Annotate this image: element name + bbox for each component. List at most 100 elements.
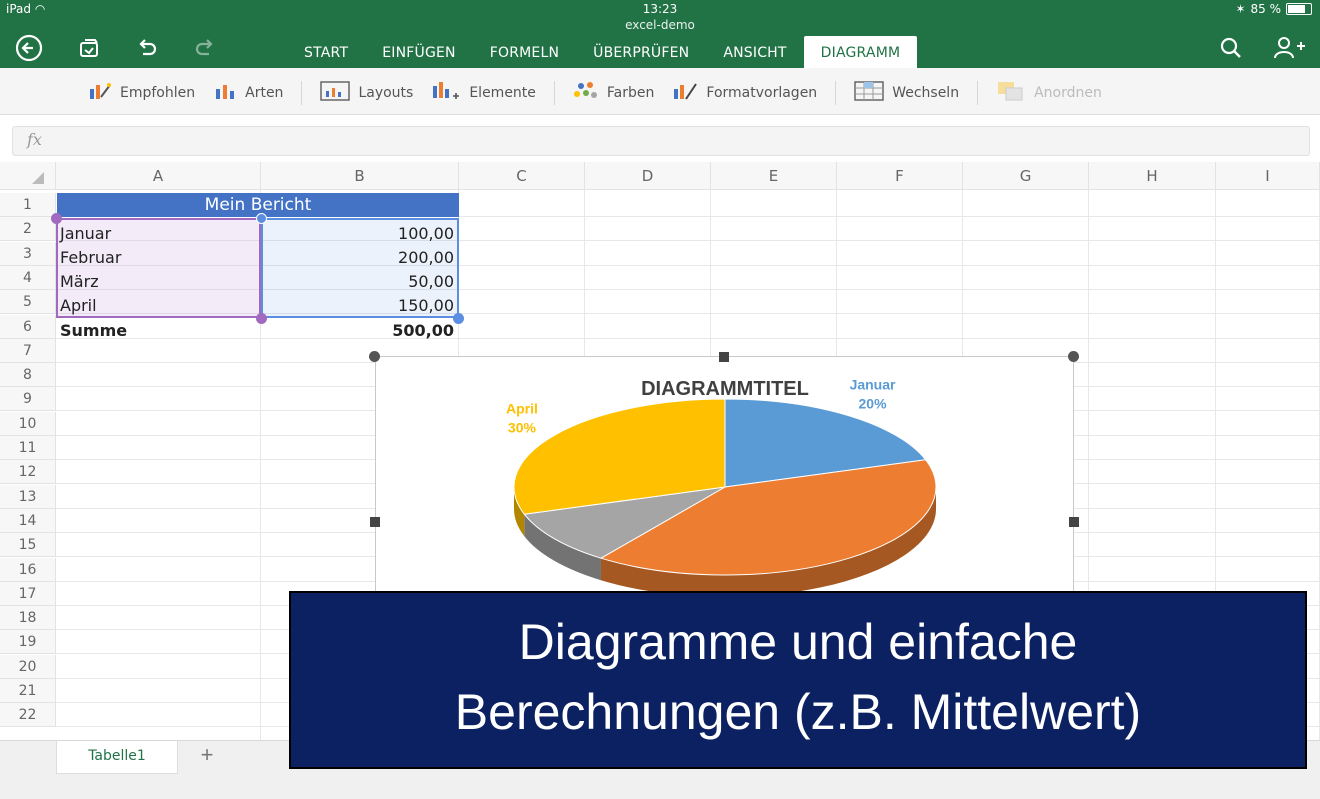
chart-resize-handle[interactable]	[1069, 517, 1079, 527]
chart-types-icon	[213, 81, 237, 105]
column-header-c[interactable]: C	[459, 162, 585, 190]
tab-einfuegen[interactable]: EINFÜGEN	[365, 36, 473, 68]
row-header-10[interactable]: 10	[0, 411, 56, 436]
formula-bar[interactable]: fx	[12, 126, 1310, 156]
row-header-3[interactable]: 3	[0, 241, 56, 266]
column-header-e[interactable]: E	[711, 162, 837, 190]
ribbon-arten[interactable]: Arten	[213, 81, 283, 105]
row-header-5[interactable]: 5	[0, 290, 56, 315]
column-header-g[interactable]: G	[963, 162, 1089, 190]
chart-resize-handle[interactable]	[719, 352, 729, 362]
row-header-16[interactable]: 16	[0, 557, 56, 582]
ribbon-formatvorlagen[interactable]: Formatvorlagen	[672, 81, 817, 105]
row-header-6[interactable]: 6	[0, 314, 56, 339]
chart-resize-handle[interactable]	[370, 517, 380, 527]
row-header-11[interactable]: 11	[0, 436, 56, 460]
cell-b2[interactable]: 100,00	[262, 222, 454, 246]
ribbon-elemente[interactable]: Elemente	[431, 80, 536, 106]
column-header-a[interactable]: A	[56, 162, 261, 190]
row-header-18[interactable]: 18	[0, 606, 56, 631]
tab-formeln[interactable]: FORMELN	[473, 36, 576, 68]
add-person-icon	[1274, 37, 1305, 59]
row-header-22[interactable]: 22	[0, 703, 56, 728]
row-header-2[interactable]: 2	[0, 217, 56, 242]
arrange-icon	[996, 80, 1026, 106]
tab-diagramm[interactable]: DIAGRAMM	[803, 36, 918, 68]
sheet-tab-tabelle1[interactable]: Tabelle1	[56, 741, 178, 774]
redo-button[interactable]	[190, 33, 220, 63]
tab-ueberpruefen[interactable]: ÜBERPRÜFEN	[576, 36, 706, 68]
row-header-8[interactable]: 8	[0, 363, 56, 388]
row-header-9[interactable]: 9	[0, 387, 56, 412]
cell-b4[interactable]: 50,00	[262, 270, 454, 294]
undo-button[interactable]	[132, 33, 162, 63]
row-header-1[interactable]: 1	[0, 193, 56, 217]
cell-a6[interactable]: Summe	[60, 319, 127, 343]
battery-level	[1288, 5, 1305, 13]
row-header-20[interactable]: 20	[0, 654, 56, 679]
ribbon-layouts[interactable]: Layouts	[320, 81, 413, 105]
bluetooth-icon: ✶	[1235, 2, 1246, 16]
ribbon-anordnen[interactable]: Anordnen	[996, 80, 1102, 106]
column-header-b[interactable]: B	[261, 162, 459, 190]
sync-save-icon	[80, 39, 98, 57]
search-button[interactable]	[1216, 33, 1246, 63]
row-header-21[interactable]: 21	[0, 679, 56, 703]
data-label-april: April	[506, 401, 538, 417]
battery-percent: 85 %	[1250, 2, 1282, 16]
ribbon-farben[interactable]: Farben	[573, 81, 654, 105]
cell-a5[interactable]: April	[60, 294, 97, 318]
column-header-d[interactable]: D	[585, 162, 711, 190]
add-sheet-button[interactable]: +	[194, 741, 220, 771]
title-bar: iPad ◠ 13:23 excel-demo ✶ 85 % START EIN…	[0, 0, 1320, 68]
column-header-f[interactable]: F	[837, 162, 963, 190]
select-all-corner[interactable]	[0, 162, 56, 190]
row-header-14[interactable]: 14	[0, 508, 56, 533]
row-header-12[interactable]: 12	[0, 460, 56, 485]
status-time: 13:23	[642, 2, 678, 16]
column-header-h[interactable]: H	[1089, 162, 1216, 190]
cell-b5[interactable]: 150,00	[262, 294, 454, 318]
back-button[interactable]	[14, 33, 44, 63]
chart-resize-handle[interactable]	[369, 351, 380, 362]
ribbon-label: Arten	[245, 85, 284, 101]
ribbon-wechseln[interactable]: Wechseln	[854, 80, 959, 106]
data-label-januar: Januar	[850, 377, 896, 393]
row-header-17[interactable]: 17	[0, 581, 56, 606]
ribbon-label: Formatvorlagen	[706, 85, 818, 101]
undo-icon	[139, 39, 157, 56]
corner-triangle-icon	[32, 172, 44, 184]
cell-a4[interactable]: März	[60, 270, 99, 294]
colors-icon	[573, 81, 599, 105]
cell-b6[interactable]: 500,00	[262, 319, 454, 343]
cell-b3[interactable]: 200,00	[262, 246, 454, 270]
chart-elements-icon	[431, 80, 461, 106]
tab-start[interactable]: START	[287, 36, 365, 68]
selection-handle[interactable]	[256, 313, 267, 324]
cell-a3[interactable]: Februar	[60, 246, 121, 270]
ribbon-toolbar: Empfohlen Arten Layouts Elemente Farben …	[0, 68, 1320, 115]
selection-handle[interactable]	[256, 213, 267, 224]
save-button[interactable]	[74, 33, 104, 63]
ribbon-label: Farben	[606, 85, 655, 101]
caption-line-1: Diagramme und einfache	[518, 614, 1078, 670]
selection-handle[interactable]	[51, 213, 62, 224]
ribbon-tabs: START EINFÜGEN FORMELN ÜBERPRÜFEN ANSICH…	[287, 36, 918, 68]
cell-a2[interactable]: Januar	[60, 222, 111, 246]
chart-resize-handle[interactable]	[1068, 351, 1079, 362]
row-header-13[interactable]: 13	[0, 484, 56, 509]
row-header-7[interactable]: 7	[0, 338, 56, 363]
row-header-4[interactable]: 4	[0, 265, 56, 290]
ribbon-separator	[977, 81, 979, 105]
selection-handle[interactable]	[453, 313, 464, 324]
ribbon-empfohlen[interactable]: Empfohlen	[88, 81, 195, 105]
share-button[interactable]	[1272, 33, 1305, 63]
caption-banner: Diagramme und einfache Berechnungen (z.B…	[289, 591, 1307, 769]
pie-slices	[513, 398, 937, 597]
row-header-15[interactable]: 15	[0, 533, 56, 558]
row-header-19[interactable]: 19	[0, 630, 56, 655]
tab-ansicht[interactable]: ANSICHT	[706, 36, 803, 68]
grid-row-line	[56, 337, 1320, 339]
recommended-chart-icon	[88, 81, 112, 105]
column-header-i[interactable]: I	[1216, 162, 1320, 190]
